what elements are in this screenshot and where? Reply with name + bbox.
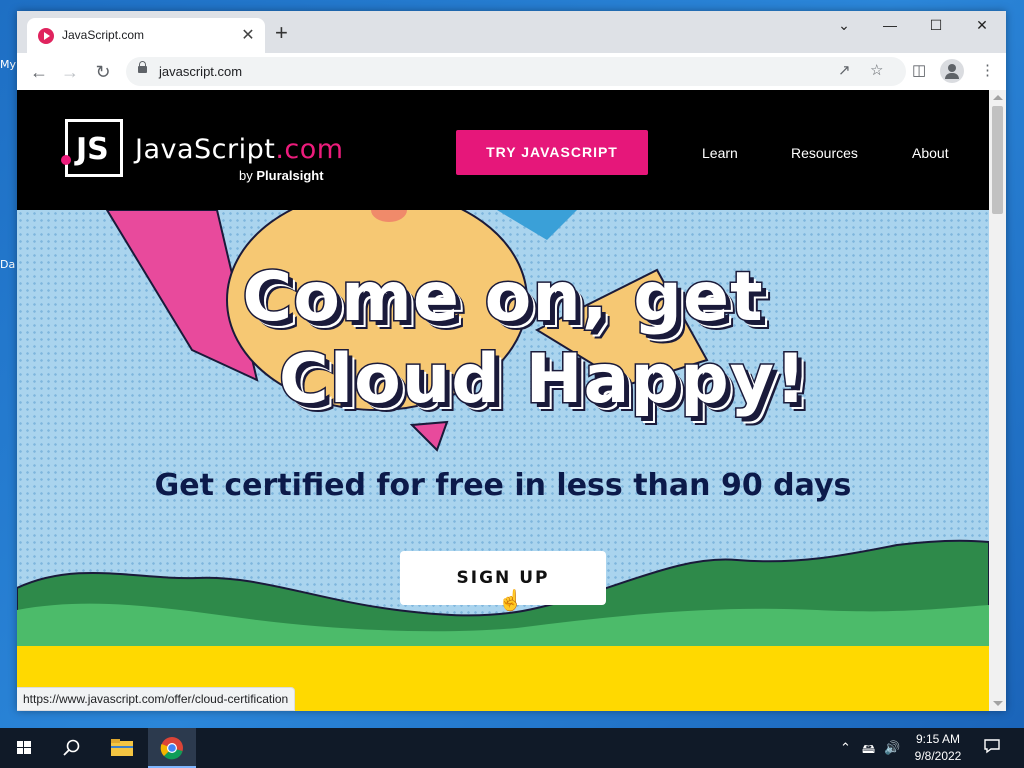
- windows-start-icon[interactable]: [0, 728, 48, 768]
- scroll-down-icon[interactable]: [993, 701, 1003, 706]
- menu-kebab-icon[interactable]: ⋮: [980, 61, 995, 79]
- vertical-scrollbar[interactable]: [989, 90, 1006, 711]
- nav-link-resources[interactable]: Resources: [791, 145, 858, 161]
- notification-icon[interactable]: [983, 737, 1001, 758]
- search-icon[interactable]: [48, 728, 96, 768]
- nav-link-learn[interactable]: Learn: [702, 145, 738, 161]
- close-window-button[interactable]: ✕: [959, 11, 1005, 39]
- scroll-up-icon[interactable]: [993, 95, 1003, 100]
- hand-cursor-icon: ☝: [498, 590, 523, 612]
- clock-time: 9:15 AM: [915, 732, 961, 746]
- taskbar: ⌃ 🖴 🔊 9:15 AM 9/8/2022: [0, 728, 1024, 768]
- desktop-icon-label[interactable]: My: [0, 58, 16, 71]
- status-bar-link-preview: https://www.javascript.com/offer/cloud-c…: [17, 687, 296, 711]
- reload-icon[interactable]: ↻: [90, 59, 116, 85]
- browser-tab[interactable]: JavaScript.com ✕: [27, 18, 265, 53]
- tab-title: JavaScript.com: [62, 28, 145, 42]
- site-favicon-icon: [38, 28, 54, 44]
- browser-window: JavaScript.com ✕ + ⌄ — ☐ ✕ ← → ↻ javascr…: [17, 11, 1006, 711]
- nav-link-about[interactable]: About: [912, 145, 949, 161]
- file-explorer-icon[interactable]: [98, 728, 146, 768]
- browser-toolbar: ← → ↻ javascript.com ↗ ☆ ◫ ⋮: [17, 53, 1006, 91]
- new-tab-button[interactable]: +: [275, 22, 288, 44]
- close-tab-icon[interactable]: ✕: [239, 25, 257, 45]
- chrome-icon[interactable]: [148, 728, 196, 768]
- byline-prefix: by: [239, 168, 253, 183]
- profile-avatar-icon[interactable]: [940, 59, 964, 83]
- side-panel-icon[interactable]: ◫: [912, 61, 926, 79]
- system-clock[interactable]: 9:15 AM 9/8/2022: [904, 731, 972, 765]
- hero-subheadline: Get certified for free in less than 90 d…: [154, 468, 852, 503]
- hero-banner: Come on, get Cloud Happy! Get certified …: [17, 210, 989, 646]
- tab-strip: JavaScript.com ✕ + ⌄ — ☐ ✕: [17, 11, 1006, 53]
- maximize-button[interactable]: ☐: [913, 11, 959, 39]
- hero-headline-line-1: Come on, get: [241, 257, 764, 339]
- page-viewport: JS JavaScript.com by Pluralsight TRY JAV…: [17, 90, 989, 711]
- hero-headline-line-2: Cloud Happy!: [277, 339, 808, 421]
- try-javascript-button[interactable]: TRY JAVASCRIPT: [456, 130, 648, 175]
- brand-name[interactable]: JavaScript.com: [135, 134, 344, 165]
- share-icon[interactable]: ↗: [838, 61, 851, 79]
- site-header: JS JavaScript.com by Pluralsight TRY JAV…: [17, 90, 989, 210]
- lock-icon[interactable]: [138, 61, 147, 73]
- byline: by Pluralsight: [239, 168, 324, 183]
- minimize-button[interactable]: —: [867, 11, 913, 39]
- address-bar[interactable]: javascript.com ↗ ☆: [126, 57, 906, 86]
- desktop-icon-label[interactable]: Da: [0, 258, 15, 271]
- tab-search-icon[interactable]: ⌄: [821, 11, 867, 39]
- brand-tld: .com: [275, 134, 344, 165]
- forward-icon[interactable]: →: [57, 59, 83, 85]
- site-logo[interactable]: JS: [65, 119, 123, 177]
- blue-ribbon: [497, 210, 577, 240]
- url-text[interactable]: javascript.com: [159, 64, 242, 79]
- network-icon[interactable]: 🖴: [862, 740, 875, 762]
- brand-text: JavaScript: [135, 134, 276, 165]
- scrollbar-thumb[interactable]: [992, 106, 1003, 214]
- chevron-up-icon[interactable]: ⌃: [840, 740, 851, 756]
- bookmark-star-icon[interactable]: ☆: [870, 61, 883, 79]
- clock-date: 9/8/2022: [914, 749, 962, 763]
- logo-mark: JS: [76, 132, 109, 167]
- pink-ribbon-tail: [409, 420, 449, 452]
- back-icon[interactable]: ←: [26, 59, 52, 85]
- volume-icon[interactable]: 🔊: [884, 740, 900, 756]
- byline-company: Pluralsight: [256, 168, 324, 183]
- logo-dot: [61, 155, 71, 165]
